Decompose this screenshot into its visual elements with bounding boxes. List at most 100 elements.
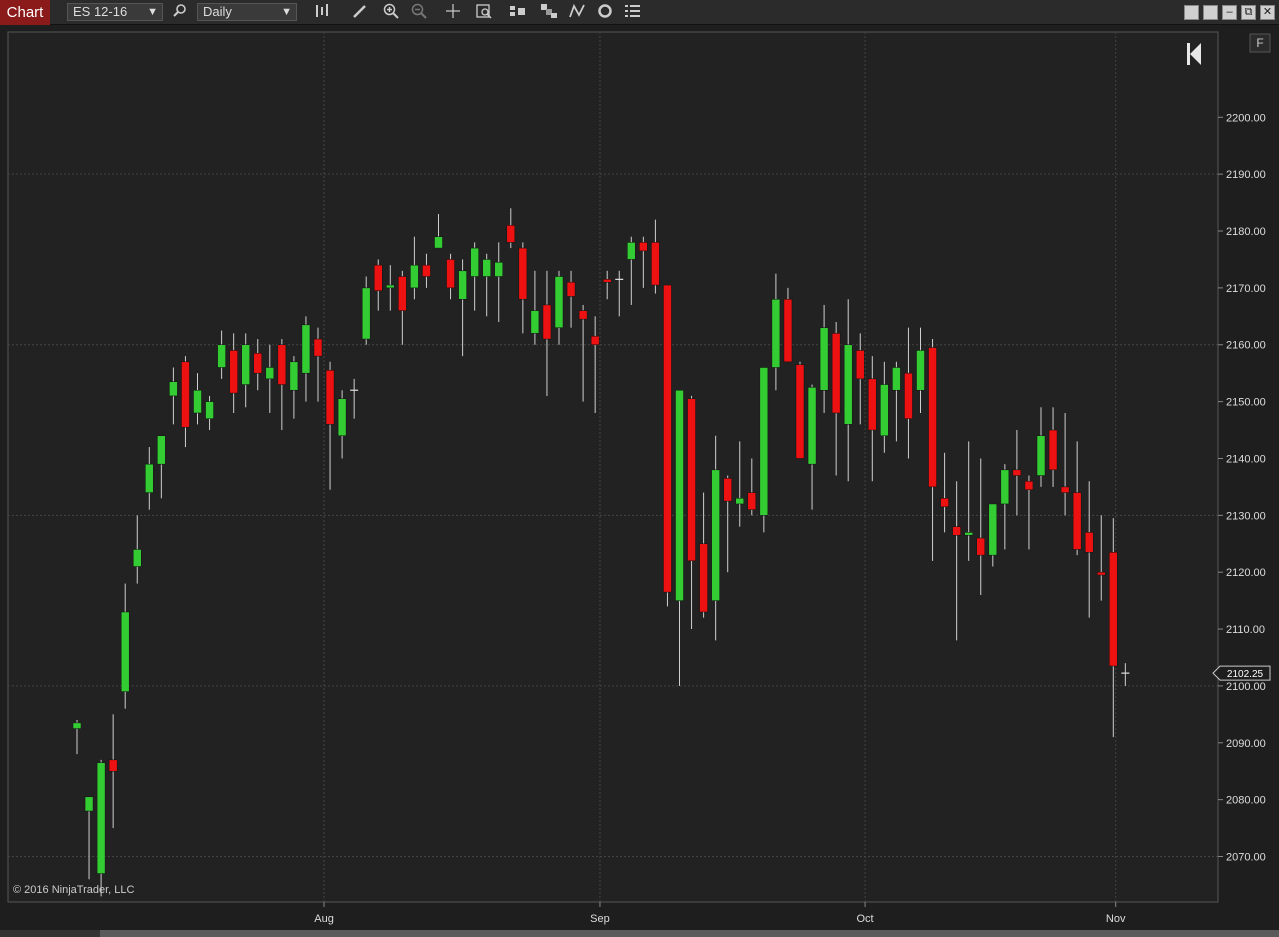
candle-body <box>916 350 925 391</box>
candle-body <box>1109 552 1118 667</box>
y-tick-label: 2190.00 <box>1226 169 1266 181</box>
candle-body <box>843 344 853 425</box>
candle-body <box>675 389 684 601</box>
candle-body <box>639 242 648 252</box>
candle-body <box>217 344 226 368</box>
chart-tab[interactable]: Chart <box>0 0 50 25</box>
candle-body <box>651 242 660 286</box>
zoom-out-icon[interactable] <box>409 3 429 22</box>
candle-body <box>988 503 998 556</box>
candle-body <box>1097 571 1106 576</box>
plot-area <box>7 31 1219 903</box>
candle-body <box>289 361 299 391</box>
candle-body <box>434 236 443 249</box>
candle-body <box>120 611 130 692</box>
chart-toolbar: Chart ES 12-16 ▼ Daily ▼ – ⧉ ✕ <box>0 0 1279 25</box>
candle-body <box>627 242 636 260</box>
candle-body <box>711 469 720 601</box>
y-tick-label: 2180.00 <box>1226 226 1266 238</box>
candle-body <box>374 264 383 291</box>
tile-icon[interactable] <box>1203 5 1218 20</box>
candle-body <box>1024 480 1034 490</box>
y-tick-label: 2160.00 <box>1226 340 1266 352</box>
tile-icon[interactable] <box>1184 5 1199 20</box>
x-tick-label: Nov <box>1106 913 1126 925</box>
price-chart[interactable]: 2070.00 2080.00 2090.00 2100.00 2110.00 2120.… <box>0 25 1279 930</box>
instrument-selector[interactable]: ES 12-16 ▼ <box>67 3 163 21</box>
candle-body <box>361 287 371 340</box>
candle <box>759 367 769 533</box>
candle-body <box>470 247 479 277</box>
scrollbar-thumb[interactable] <box>100 930 1279 937</box>
candle-body <box>928 347 937 488</box>
candle-body <box>96 762 106 874</box>
last-price-label: 2102.25 <box>1227 669 1264 680</box>
candle-body <box>458 270 467 300</box>
candle-body <box>313 338 323 357</box>
horizontal-scrollbar[interactable] <box>0 930 1279 937</box>
candle-body <box>831 333 841 414</box>
candle-body <box>699 543 708 613</box>
candle-body <box>301 324 311 374</box>
draw-pencil-icon[interactable] <box>350 3 370 22</box>
candle-body <box>108 759 118 772</box>
candle-body <box>386 284 395 289</box>
zoom-in-icon[interactable] <box>381 3 401 22</box>
candle-body <box>410 264 419 289</box>
candle-body <box>1036 435 1046 476</box>
last-price-marker: 2102.25 <box>1212 665 1271 681</box>
candle-body <box>783 299 793 363</box>
candle-body <box>795 364 805 459</box>
f-button-label: F <box>1256 36 1263 50</box>
candle-body <box>398 276 407 311</box>
candle-body <box>325 370 335 425</box>
candle-body <box>229 350 238 394</box>
restore-icon[interactable]: ⧉ <box>1241 5 1256 20</box>
indicator-icon[interactable] <box>539 3 559 22</box>
chevron-down-icon: ▼ <box>281 6 292 18</box>
y-tick-label: 2130.00 <box>1226 510 1266 522</box>
candle-body <box>1084 532 1094 553</box>
candle-body <box>1060 486 1070 493</box>
candle-body <box>145 463 154 493</box>
y-tick-label: 2150.00 <box>1226 397 1266 409</box>
candle-body <box>542 304 552 340</box>
candle-body <box>904 372 913 419</box>
candle-body <box>337 398 347 436</box>
strategy-icon[interactable] <box>508 3 528 22</box>
candle-body <box>446 259 455 289</box>
x-tick-label: Aug <box>314 913 334 925</box>
candle-body <box>193 389 202 414</box>
drawing-tools-icon[interactable] <box>567 3 587 22</box>
interval-value: Daily <box>203 4 232 19</box>
candle-body <box>771 299 781 368</box>
reload-icon[interactable] <box>595 3 615 22</box>
candle-body <box>590 335 600 345</box>
candle-body <box>482 259 491 277</box>
crosshair-icon[interactable] <box>443 3 463 22</box>
candle-body <box>1048 429 1058 471</box>
minimize-icon[interactable]: – <box>1222 5 1237 20</box>
candle-body <box>265 367 275 380</box>
bar-type-icon[interactable] <box>312 3 332 22</box>
candle-body <box>868 378 877 431</box>
candle-body <box>892 367 901 391</box>
search-icon[interactable] <box>170 3 190 22</box>
candle-body <box>518 247 528 300</box>
properties-icon[interactable] <box>623 3 643 22</box>
interval-selector[interactable]: Daily ▼ <box>197 3 297 21</box>
candle-body <box>976 537 985 556</box>
candle-body <box>241 344 250 385</box>
instrument-value: ES 12-16 <box>73 4 128 19</box>
close-icon[interactable]: ✕ <box>1260 5 1275 20</box>
candle-body <box>494 262 503 277</box>
y-tick-label: 2170.00 <box>1226 283 1266 295</box>
y-tick-label: 2080.00 <box>1226 795 1266 807</box>
candle-body <box>578 310 588 320</box>
candle-body <box>72 722 82 729</box>
candle-body <box>819 327 829 391</box>
candle-body <box>181 361 190 428</box>
candle-body <box>759 367 769 516</box>
candle-body <box>952 526 961 536</box>
data-box-icon[interactable] <box>474 3 494 22</box>
